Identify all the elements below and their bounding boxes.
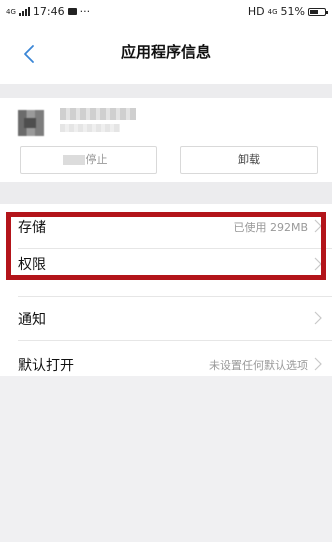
battery-icon [308, 7, 328, 16]
hd-indicator: HD [247, 5, 265, 18]
divider [18, 296, 332, 297]
section-spacer [0, 182, 332, 204]
uninstall-button[interactable]: 卸载 [180, 146, 318, 174]
signal-icon [18, 7, 30, 16]
status-left: 4G 17:46 ··· [6, 5, 90, 18]
default-open-value: 未设置任何默认选项 [209, 359, 308, 372]
chevron-right-icon [314, 257, 322, 271]
chevron-right-icon [314, 219, 322, 233]
battery-level: 51% [280, 5, 305, 18]
app-info-block: 停止 卸载 [0, 98, 332, 182]
status-bar: 4G 17:46 ··· HD 4G 51% [0, 0, 332, 24]
section-spacer [0, 84, 332, 98]
app-version-redacted [60, 124, 120, 132]
permissions-label: 权限 [18, 257, 46, 273]
status-right: HD 4G 51% [247, 5, 328, 18]
app-name-redacted [60, 108, 136, 120]
more-notifications: ··· [79, 5, 91, 18]
permissions-row[interactable]: 权限 [0, 239, 332, 289]
default-open-label: 默认打开 [18, 358, 74, 374]
force-stop-label: 停止 [85, 153, 108, 166]
chevron-right-icon [314, 311, 322, 325]
storage-label: 存储 [18, 220, 46, 236]
network-type: 4G [6, 7, 16, 16]
divider [18, 340, 332, 341]
force-stop-button[interactable]: 停止 [20, 146, 157, 174]
app-header: 应用程序信息 [0, 24, 332, 84]
redaction-mask [63, 155, 85, 165]
app-icon [18, 110, 44, 136]
clock: 17:46 [32, 5, 65, 18]
page-title: 应用程序信息 [120, 43, 211, 61]
chevron-right-icon [314, 357, 322, 371]
notifications-label: 通知 [18, 312, 46, 328]
empty-area [0, 376, 332, 542]
network-type-right: 4G [267, 7, 278, 16]
notifications-row[interactable]: 通知 [0, 299, 332, 337]
message-icon [67, 8, 77, 15]
storage-value: 已使用 292MB [233, 221, 308, 234]
settings-list: 存储 已使用 292MB 权限 通知 默认打开 未设置任何默认选项 [0, 204, 332, 376]
